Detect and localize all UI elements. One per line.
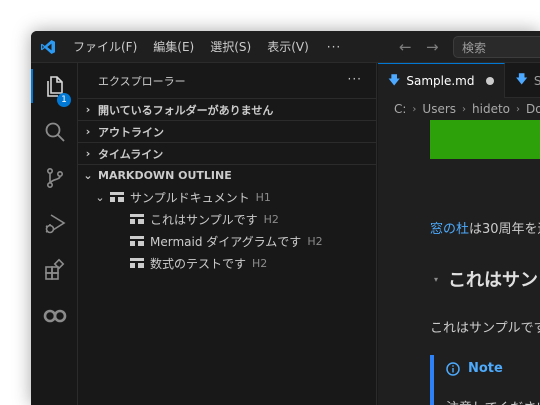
editor-area: 🡇 Sample.md 🡇 S C: › Users › hideto › Do… <box>378 63 540 405</box>
markdown-preview: 窓の杜は30周年を迎 ▾ これはサン これはサンプルです Note 注意してくだ… <box>378 120 540 405</box>
section-timeline-label: タイムライン <box>98 147 164 161</box>
editor-tabs: 🡇 Sample.md 🡇 S <box>378 63 540 98</box>
breadcrumb-item[interactable]: C: <box>394 102 406 116</box>
outline-item-label: 数式のテストです <box>150 256 247 271</box>
section-outline[interactable]: › アウトライン <box>78 120 376 142</box>
outline-item-label: これはサンプルです <box>150 212 258 227</box>
menu-edit[interactable]: 編集(E) <box>145 31 202 63</box>
preview-text: は30周年を迎 <box>469 222 540 237</box>
preview-paragraph: 窓の杜は30周年を迎 <box>430 218 540 237</box>
markdown-file-icon: 🡇 <box>388 72 401 87</box>
section-open-folder-label: 開いているフォルダーがありません <box>98 103 274 117</box>
menu-selection[interactable]: 選択(S) <box>202 31 259 63</box>
chevron-right-icon: › <box>516 103 521 115</box>
heading-symbol-icon <box>110 192 124 202</box>
section-open-folder[interactable]: › 開いているフォルダーがありません <box>78 98 376 120</box>
section-markdown-outline[interactable]: ⌄ MARKDOWN OUTLINE <box>78 164 376 186</box>
source-control-icon <box>46 167 63 188</box>
heading-level: H2 <box>263 212 279 226</box>
heading-symbol-icon <box>130 236 144 246</box>
note-body: 注意してください。 <box>446 397 540 405</box>
menu-file[interactable]: ファイル(F) <box>65 31 145 63</box>
heading-level: H2 <box>252 256 268 270</box>
activity-copilot[interactable] <box>31 293 78 339</box>
green-block <box>430 120 540 159</box>
activity-run-debug[interactable] <box>31 201 78 247</box>
activity-source-control[interactable] <box>31 155 78 201</box>
sidebar-header: エクスプローラー ··· <box>78 63 376 98</box>
activity-search[interactable] <box>31 109 78 155</box>
section-timeline[interactable]: › タイムライン <box>78 142 376 164</box>
preview-heading: ▾ これはサン <box>434 266 538 292</box>
heading-level: H1 <box>255 190 271 204</box>
outline-item-h2[interactable]: Mermaid ダイアグラムです H2 <box>78 230 376 252</box>
breadcrumb-item[interactable]: hideto <box>472 102 510 116</box>
copilot-icon <box>43 309 66 323</box>
chevron-down-icon: ⌄ <box>83 169 93 182</box>
chevron-right-icon: › <box>85 147 91 160</box>
chevron-right-icon: › <box>85 125 91 138</box>
extensions-icon <box>44 258 64 280</box>
fold-caret-icon[interactable]: ▾ <box>434 275 438 284</box>
menu-view[interactable]: 表示(V) <box>259 31 317 63</box>
preview-text: これはサンプルです <box>430 321 540 336</box>
tab-label: Sample.md <box>406 74 475 88</box>
forward-arrow-icon[interactable]: → <box>421 38 443 56</box>
markdown-file-icon: 🡇 <box>515 72 528 86</box>
outline-item-label: Mermaid ダイアグラムです <box>150 234 302 249</box>
explorer-sidebar: エクスプローラー ··· › 開いているフォルダーがありません › アウトライン… <box>78 63 377 405</box>
chevron-down-icon: ⌄ <box>95 190 105 204</box>
vscode-logo-icon <box>31 31 65 63</box>
menu-more-button[interactable]: ··· <box>317 31 351 63</box>
chevron-right-icon: › <box>412 103 417 115</box>
outline-item-label: サンプルドキュメント <box>130 190 250 205</box>
command-search-input[interactable]: 検索 <box>453 36 540 58</box>
preview-paragraph: これはサンプルです <box>430 317 540 336</box>
preview-heading-text: これはサン <box>448 270 539 291</box>
sidebar-title: エクスプローラー <box>98 74 186 88</box>
back-arrow-icon[interactable]: ← <box>389 38 421 56</box>
activity-explorer[interactable]: 1 <box>31 63 78 109</box>
outline-item-h1[interactable]: ⌄ サンプルドキュメント H1 <box>78 186 376 208</box>
breadcrumb-item[interactable]: Users <box>422 102 456 116</box>
chevron-right-icon: › <box>462 103 467 115</box>
note-title-text: Note <box>468 361 503 376</box>
outline-item-h2[interactable]: 数式のテストです H2 <box>78 252 376 274</box>
tab-second[interactable]: 🡇 S <box>505 63 540 98</box>
outline-item-h2[interactable]: これはサンプルです H2 <box>78 208 376 230</box>
section-outline-label: アウトライン <box>98 125 164 139</box>
heading-symbol-icon <box>130 214 144 224</box>
search-placeholder: 検索 <box>462 40 487 55</box>
tab-sample-md[interactable]: 🡇 Sample.md <box>378 63 506 98</box>
note-title: Note <box>446 361 503 376</box>
unsaved-dot-icon[interactable] <box>486 77 495 85</box>
activity-extensions[interactable] <box>31 247 78 293</box>
heading-level: H2 <box>307 234 323 248</box>
run-debug-icon <box>45 214 66 234</box>
section-markdown-outline-label: MARKDOWN OUTLINE <box>98 169 232 182</box>
title-bar: ファイル(F) 編集(E) 選択(S) 表示(V) ··· ← → 検索 <box>31 31 540 63</box>
breadcrumb-item[interactable]: Do <box>526 102 540 116</box>
chevron-right-icon: › <box>85 103 91 116</box>
activity-bar: 1 <box>31 63 78 405</box>
breadcrumb: C: › Users › hideto › Do <box>378 98 540 120</box>
heading-symbol-icon <box>130 258 144 268</box>
info-icon <box>446 361 460 376</box>
vscode-window: ファイル(F) 編集(E) 選択(S) 表示(V) ··· ← → 検索 1 エ… <box>31 31 540 405</box>
tab-label: S <box>533 73 540 88</box>
note-callout: Note 注意してください。 <box>430 355 540 405</box>
explorer-badge: 1 <box>57 93 71 107</box>
search-icon <box>45 122 65 142</box>
preview-link[interactable]: 窓の杜 <box>430 222 469 237</box>
sidebar-more-button[interactable]: ··· <box>348 72 362 86</box>
